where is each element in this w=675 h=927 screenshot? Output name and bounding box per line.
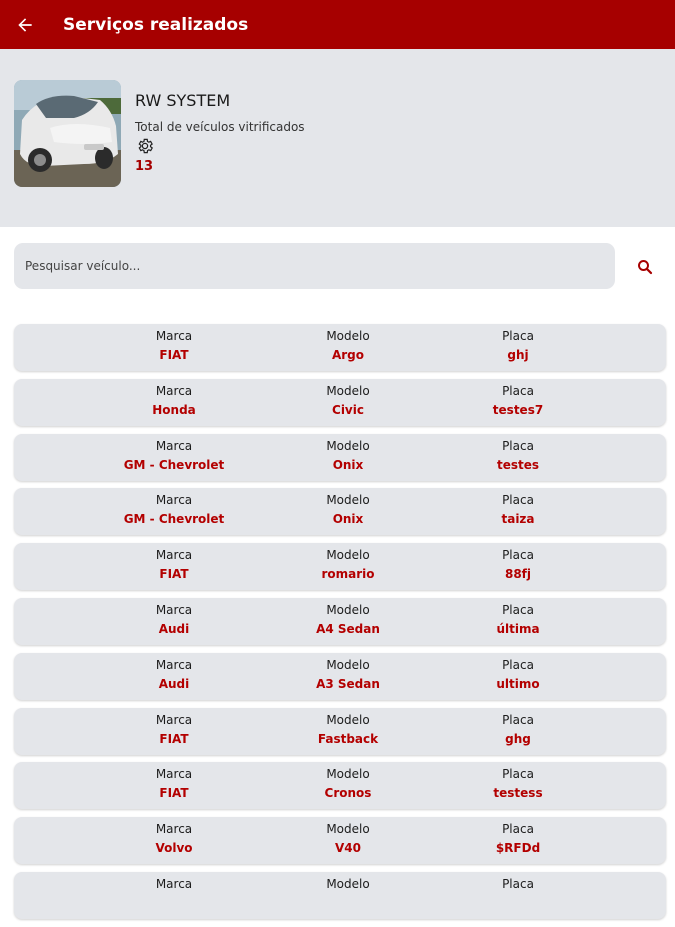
brand-value: FIAT [159,567,189,582]
brand-value: Honda [152,402,196,417]
plate-header: Placa [502,329,534,343]
model-value: V40 [335,841,361,856]
back-button[interactable] [0,0,49,49]
vehicle-row[interactable]: Marca FIAT Modelo Cronos Placa testess [14,762,666,810]
model-header: Modelo [326,822,370,837]
vehicle-row[interactable]: Marca FIAT Modelo romario Placa 88fj [14,543,666,591]
plate-header: Placa [502,383,534,398]
company-car-photo [14,80,121,187]
page-title: Serviços realizados [63,14,249,35]
company-name: RW SYSTEM [135,91,231,110]
search-input[interactable] [14,243,615,289]
vehicle-row[interactable]: Marca Volvo Modelo V40 Placa $RFDd [14,817,666,865]
plate-value: testess [493,786,543,801]
plate-header: Placa [502,767,534,782]
company-profile: RW SYSTEM Total de veículos vitrificados… [0,49,675,227]
plate-value: 88fj [504,567,532,582]
brand-header: Marca [155,822,193,837]
vehicle-row[interactable]: Marca FIAT Modelo Fastback Placa ghg [14,707,666,755]
model-value: A4 Sedan [316,621,380,636]
model-header: Modelo [326,602,370,617]
brand-header: Marca [155,657,193,672]
brand-value: FIAT [159,348,189,362]
plate-value: ultimo [496,676,540,691]
model-header: Modelo [326,493,370,508]
model-header: Modelo [326,383,370,398]
plate-value: taiza [501,512,535,527]
model-value: Cronos [324,786,372,801]
brand-header: Marca [155,329,193,343]
model-header: Modelo [326,329,370,343]
plate-header: Placa [502,493,534,508]
plate-value: ghg [505,731,531,746]
brand-header: Marca [155,383,193,398]
plate-value: última [496,621,540,636]
plate-value: $RFDd [495,841,541,856]
brand-header: Marca [155,712,193,727]
plate-header: Placa [502,712,534,727]
search-button[interactable] [632,254,658,280]
brand-header: Marca [155,493,193,508]
brand-header: Marca [155,767,193,782]
brand-header: Marca [155,438,193,453]
plate-header: Placa [502,657,534,672]
model-header: Modelo [326,438,370,453]
brand-value: Volvo [155,841,193,856]
brand-header: Marca [155,548,193,563]
model-value: Argo [331,348,365,362]
vehicle-row[interactable]: Marca GM - Chevrolet Modelo Onix Placa taiz… [14,488,666,536]
model-value: Onix [332,457,364,472]
vehicle-row[interactable]: Marca Honda Modelo Civic Placa testes7 [14,378,666,426]
brand-value: FIAT [159,731,189,746]
vitrified-label: Total de veículos vitrificados [135,120,305,134]
plate-header: Placa [502,548,534,563]
model-value: Fastback [317,731,379,746]
plate-value: ghj [507,348,529,362]
brand-header: Marca [155,602,193,617]
model-header: Modelo [326,657,370,672]
plate-header: Placa [502,438,534,453]
model-value: A3 Sedan [316,676,380,691]
vehicle-list: Marca FIAT Modelo Argo Placa ghj Marca Honda… [14,324,666,927]
model-header: Modelo [326,548,370,563]
vehicle-row[interactable]: Marca Audi Modelo A4 Sedan Placa última [14,597,666,645]
plate-value: testes7 [492,402,544,417]
model-value: romario [321,567,375,582]
vitrified-count: 13 [135,159,154,174]
brand-value: GM - Chevrolet [123,457,225,472]
brand-header: Marca [155,876,193,891]
model-value: Onix [332,512,364,527]
plate-value: testes [496,457,540,472]
plate-header: Placa [502,602,534,617]
vehicle-row[interactable]: Marca FIAT Modelo Argo Placa ghj [14,324,666,371]
search-icon [638,260,653,275]
arrow-left-icon [17,17,32,32]
model-header: Modelo [326,876,370,891]
search-box [14,243,615,289]
model-value: Civic [332,402,364,417]
brand-value: GM - Chevrolet [123,512,225,527]
vehicle-row[interactable]: Marca Audi Modelo A3 Sedan Placa ultimo [14,652,666,700]
brand-value: Audi [158,676,190,691]
brand-value: Audi [158,621,190,636]
brand-value: FIAT [159,786,189,801]
model-header: Modelo [326,767,370,782]
vehicle-row[interactable]: Marca GM - Chevrolet Modelo Onix Placa test… [14,433,666,481]
model-header: Modelo [326,712,370,727]
app-bar: Serviços realizados [0,0,675,49]
vehicle-row[interactable]: Marca Modelo Placa [14,871,666,919]
plate-header: Placa [502,822,534,837]
gear-icon [138,138,153,154]
plate-header: Placa [502,876,534,891]
